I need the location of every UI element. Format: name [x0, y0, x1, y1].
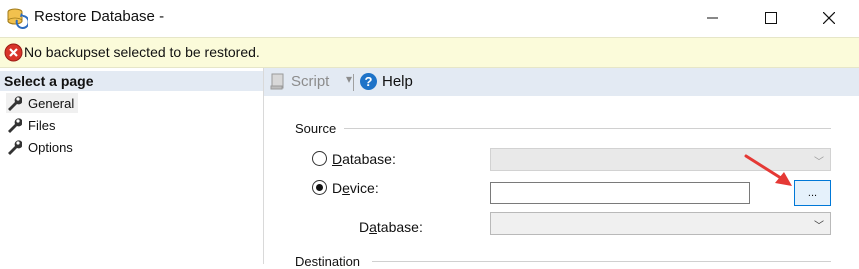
- maximize-button[interactable]: [748, 0, 794, 36]
- sidebar-item-general[interactable]: General: [6, 93, 79, 113]
- radio-selected-dot: [316, 184, 323, 191]
- device-path-field[interactable]: [490, 182, 750, 204]
- page-selector: Select a page General Files Options: [0, 68, 264, 264]
- chevron-down-icon: ﹀: [814, 221, 824, 232]
- page-selector-header: Select a page: [0, 71, 263, 91]
- sidebar-item-label: Files: [28, 117, 56, 133]
- sidebar-item-files[interactable]: Files: [6, 115, 55, 135]
- toolbar-separator: [353, 74, 354, 91]
- help-icon[interactable]: ?: [359, 72, 378, 91]
- svg-text:?: ?: [365, 74, 373, 89]
- device-radio-label: Device:: [332, 180, 379, 196]
- sidebar-item-label: Options: [28, 139, 73, 155]
- wrench-icon: [8, 96, 22, 111]
- source-group-title: Source: [295, 121, 343, 136]
- close-button[interactable]: [806, 0, 852, 36]
- database-radio-label: Database:: [332, 151, 396, 167]
- help-button[interactable]: Help: [382, 73, 413, 90]
- toolbar: Script ▾ ? Help: [264, 68, 859, 96]
- destination-group-line: [372, 261, 831, 262]
- source-group-line: [344, 128, 831, 129]
- database-radio[interactable]: [312, 151, 327, 166]
- restore-database-icon: [7, 8, 28, 29]
- device-database-combo[interactable]: ﹀: [490, 212, 831, 235]
- device-database-label: Database:: [359, 219, 423, 235]
- device-radio[interactable]: [312, 180, 327, 195]
- script-dropdown-icon[interactable]: ▾: [346, 72, 352, 86]
- maximize-icon: [765, 12, 777, 24]
- close-icon: [823, 12, 835, 24]
- info-bar: No backupset selected to be restored.: [0, 37, 859, 68]
- minimize-button[interactable]: [690, 0, 736, 36]
- title-bar: Restore Database -: [0, 0, 859, 36]
- wrench-icon: [8, 118, 22, 133]
- window-title: Restore Database -: [34, 8, 165, 25]
- script-icon: [270, 73, 284, 90]
- error-icon: [4, 43, 23, 62]
- sidebar-item-options[interactable]: Options: [6, 137, 73, 157]
- info-message: No backupset selected to be restored.: [24, 44, 260, 60]
- chevron-down-icon: ﹀: [814, 157, 824, 168]
- destination-group-title: Destination: [295, 254, 367, 269]
- sidebar-item-label: General: [28, 95, 75, 111]
- annotation-arrow-icon: [744, 154, 792, 186]
- script-button[interactable]: Script: [291, 73, 329, 90]
- minimize-icon: [707, 17, 718, 19]
- wrench-icon: [8, 140, 22, 155]
